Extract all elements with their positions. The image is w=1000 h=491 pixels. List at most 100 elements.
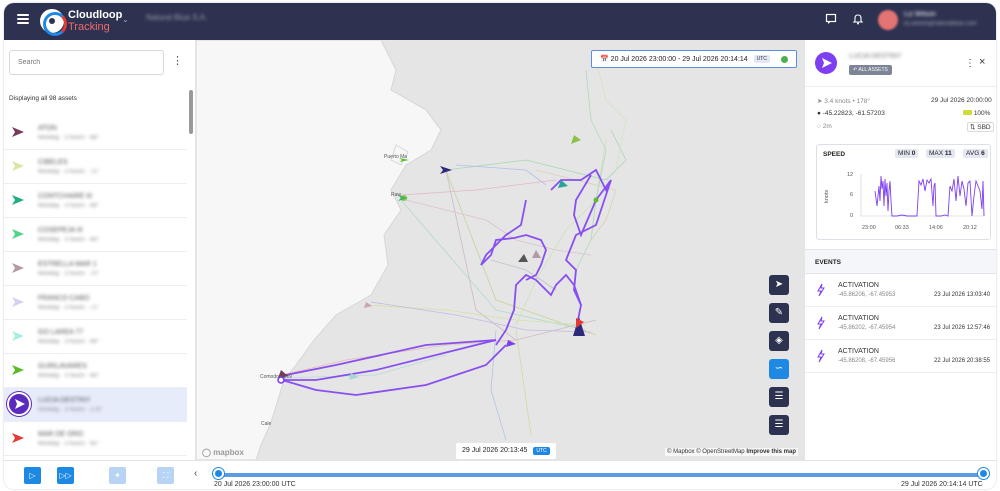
asset-list-item[interactable]: FRANCO CABO Monday · 3 hours · 71° [4,286,187,320]
place-label: Puerto Ma [384,154,407,160]
avg-value: 6 [981,150,985,157]
asset-arrow-icon [12,161,24,171]
asset-arrow-icon [12,433,24,443]
ruler-icon[interactable]: ✎ [769,303,789,323]
battery-level: 100% [963,110,990,117]
close-icon[interactable]: × [979,56,985,68]
playback-bar: ▷ ▷▷ ✦ ⛶ ‹ 20 Jul 2026 23:00:00 UTC 29 J… [4,460,996,489]
asset-name: COSEPEJA III [38,227,83,234]
asset-status: Monday · 3 hours · 70° [38,271,100,277]
events-header: EVENTS [805,249,996,274]
asset-avatar [815,52,837,74]
asset-status: Monday · 3 hours · 65° [38,441,100,447]
asset-list-item[interactable]: ESTRELLA MAR 1 Monday · 3 hours · 70° [4,252,187,286]
y-tick: 0 [850,213,853,219]
search-input[interactable] [9,50,164,75]
scrollbar[interactable] [189,90,193,134]
event-item[interactable]: ACTIVATION -45.86206, -67.45953 23 Jul 202… [805,274,996,307]
live-indicator [781,56,788,63]
event-type: ACTIVATION [838,315,879,322]
altitude: ○ 2m [817,123,832,130]
activation-icon [817,316,825,330]
coordinates-text: -45.22823, -61.57203 [822,110,885,117]
asset-list-item[interactable]: CIBELES Monday · 3 hours · 72° [4,150,187,184]
chevron-left-icon[interactable]: ‹ [194,468,197,479]
sbd-badge: ⇅ SBD [967,122,994,132]
cloudloop-logo-icon [40,9,67,36]
asset-arrow-icon [12,331,24,341]
asset-name: CIBELES [38,159,68,166]
asset-arrow-icon [7,392,31,416]
asset-list-item[interactable]: LUCIA DESTINY Monday · 3 hours · 178° [4,388,187,422]
mapbox-logo[interactable]: ◯ mapbox [202,448,244,457]
asset-count: Displaying all 98 assets [9,95,77,102]
asset-status: Monday · 3 hours · 68° [38,135,100,141]
more-options-icon[interactable]: ⋮ [965,58,975,69]
asset-name: MAR DE ORO [38,431,84,438]
asset-name: ATON [38,125,57,132]
sbd-text: SBD [977,124,991,131]
x-tick: 14:06 [929,225,943,231]
map-attribution: © Mapbox © OpenStreetMap Improve this ma… [665,448,798,456]
asset-list-item[interactable]: GO LAREA 77 Monday · 3 hours · 69° [4,320,187,354]
speed-course-text: 3.4 knots • 178° [824,98,870,105]
timeline-start-handle[interactable] [213,468,224,479]
asset-arrow-icon [12,297,24,307]
event-item[interactable]: ACTIVATION -45.86208, -67.45956 22 Jul 202… [805,340,996,373]
timeline-track[interactable] [218,473,984,477]
asset-status: Monday · 3 hours · 72° [38,169,100,175]
menu-icon[interactable] [17,14,29,24]
activation-icon [817,283,825,297]
asset-name: GO LAREA 77 [38,329,84,336]
event-type: ACTIVATION [838,282,879,289]
satellite-icon[interactable]: ✦ [109,467,126,484]
asset-name: FRANCO CABO [38,295,90,302]
asset-status: Monday · 3 hours · 68° [38,373,100,379]
event-item[interactable]: ACTIVATION -45.86202, -67.45954 23 Jul 202… [805,307,996,340]
event-type: ACTIVATION [838,348,879,355]
activation-icon [817,349,825,363]
layers-icon[interactable]: ☰ [769,415,789,435]
timezone-badge: UTC [753,55,770,64]
asset-list-item[interactable]: CONTCHAIRE III Monday · 3 hours · 66° [4,184,187,218]
asset-arrow-icon [12,263,24,273]
timeline-end-handle[interactable] [978,468,989,479]
track-icon[interactable]: ∽ [769,359,789,379]
fast-forward-icon[interactable]: ▷▷ [57,467,74,484]
app-window: Cloudloop Tracking ⌄ Natural Blue S.A. L… [4,3,996,489]
place-label: Cale [261,421,272,427]
asset-list-item[interactable]: MAR DE ORO Monday · 3 hours · 65° [4,422,187,456]
asset-list-item[interactable]: COSEPEJA III Monday · 3 hours · 64° [4,218,187,252]
organization-selector[interactable]: Natural Blue S.A. [146,13,207,22]
speed-title: SPEED [823,151,846,158]
compass-icon[interactable]: ➤ [769,275,789,295]
asset-status: Monday · 3 hours · 66° [38,203,100,209]
event-time: 22 Jul 2026 20:38:55 [934,358,991,364]
more-options-icon[interactable]: ⋮ [172,54,183,67]
map-view[interactable]: Puerto Ma Raw Comodoro Riv Cale 📅 20 Jul… [196,40,804,460]
brand-name: Cloudloop [68,9,123,21]
min-value: 0 [911,150,916,157]
improve-map-link[interactable]: Improve this map [746,449,796,455]
all-assets-label: ALL ASSETS [858,67,888,73]
all-assets-button[interactable]: ↶ ALL ASSETS [849,65,892,75]
heatmap-icon[interactable]: ☰ [769,387,789,407]
user-name[interactable]: Liz Wilson [904,11,936,18]
asset-status: Monday · 3 hours · 64° [38,237,100,243]
asset-list-item[interactable]: ATON Monday · 3 hours · 68° [4,116,187,150]
asset-sidebar: ⋮ Displaying all 98 assets ATON Monday · … [4,40,196,460]
place-label: Comodoro Riv [260,374,292,380]
bell-icon[interactable] [851,13,865,27]
date-range-text: 20 Jul 2026 23:00:00 - 29 Jul 2026 20:14… [610,56,748,63]
date-range-picker[interactable]: 📅 20 Jul 2026 23:00:00 - 29 Jul 2026 20:… [591,50,797,68]
fit-bounds-icon[interactable]: ⛶ [157,467,174,484]
route-icon[interactable]: ◈ [769,331,789,351]
chat-icon[interactable] [824,13,838,27]
chevron-down-icon[interactable]: ⌄ [122,15,129,24]
asset-arrow-icon [12,365,24,375]
timeline-start-label: 20 Jul 2026 23:00:00 UTC [214,481,296,488]
attribution-text[interactable]: © Mapbox © OpenStreetMap [667,449,745,455]
avatar[interactable] [878,10,898,30]
play-icon[interactable]: ▷ [24,467,41,484]
asset-list-item[interactable]: GURILAVARES Monday · 3 hours · 68° [4,354,187,388]
